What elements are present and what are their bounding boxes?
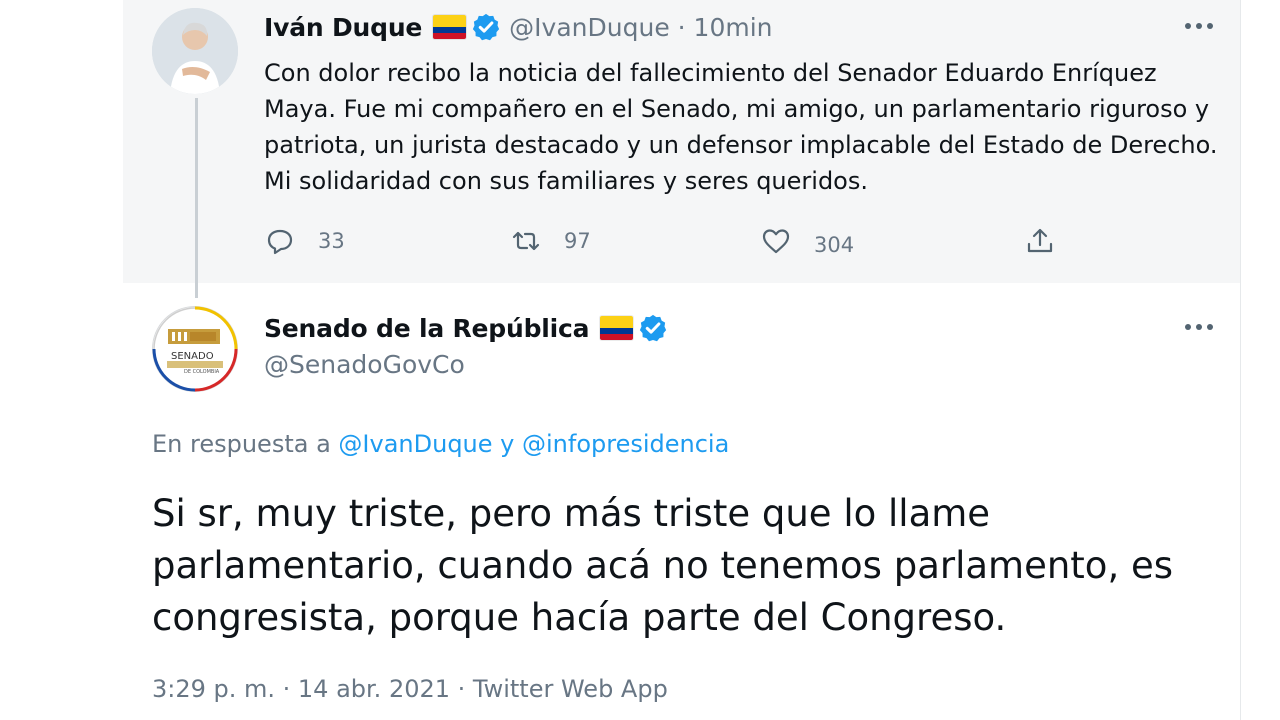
reply-context: En respuesta a @IvanDuque y @infopreside…	[152, 430, 729, 458]
more-options-icon[interactable]	[1180, 318, 1218, 336]
handle-and-time[interactable]: @IvanDuque · 10min	[509, 13, 772, 42]
display-name[interactable]: Iván Duque	[264, 13, 422, 42]
tweet-timestamp-source[interactable]: 3:29 p. m. · 14 abr. 2021 · Twitter Web …	[152, 675, 668, 703]
thread-connector-line	[195, 98, 198, 298]
verified-badge-icon	[471, 12, 501, 42]
senado-logo-avatar-icon: SENADO DE COLOMBIA	[152, 306, 238, 392]
retweet-icon	[512, 231, 540, 251]
reply-prefix: En respuesta a	[152, 430, 339, 458]
mention-separator: y	[492, 430, 522, 458]
tweet-text: Con dolor recibo la noticia del fallecim…	[264, 59, 1218, 195]
share-icon	[1027, 228, 1053, 253]
mention-link-infopresidencia[interactable]: @infopresidencia	[522, 430, 729, 458]
retweet-count: 97	[564, 229, 591, 253]
tweet-thread-panel: Iván Duque @IvanDuque · 10min Con dolor …	[123, 0, 1241, 720]
like-icon	[762, 229, 790, 254]
avatar[interactable]: SENADO DE COLOMBIA	[152, 306, 238, 392]
tweet-text: Si sr, muy triste, pero más triste que l…	[152, 492, 1174, 639]
author-header: Iván Duque @IvanDuque · 10min	[264, 10, 773, 44]
more-options-icon[interactable]	[1180, 17, 1218, 35]
mention-link-ivanduque[interactable]: @IvanDuque	[338, 430, 492, 458]
colombia-flag-icon	[600, 316, 634, 340]
handle[interactable]: @SenadoGovCo	[264, 350, 465, 379]
svg-text:DE COLOMBIA: DE COLOMBIA	[184, 369, 220, 375]
retweet-button[interactable]: 97	[510, 225, 591, 257]
reply-icon	[267, 229, 293, 255]
tweet-actions: 33 97 304	[264, 225, 1064, 263]
parent-tweet[interactable]: Iván Duque @IvanDuque · 10min Con dolor …	[123, 0, 1240, 298]
display-name[interactable]: Senado de la República	[264, 314, 590, 343]
person-avatar-icon	[152, 8, 238, 94]
like-count: 304	[814, 233, 855, 257]
reply-count: 33	[318, 229, 345, 253]
colombia-flag-icon	[433, 15, 467, 39]
share-button[interactable]	[1024, 225, 1078, 257]
author-header: Senado de la República	[264, 311, 668, 345]
like-button[interactable]: 304	[760, 225, 854, 257]
svg-text:SENADO: SENADO	[171, 351, 214, 362]
avatar[interactable]	[152, 8, 238, 94]
verified-badge-icon	[638, 313, 668, 343]
reply-button[interactable]: 33	[264, 225, 345, 257]
